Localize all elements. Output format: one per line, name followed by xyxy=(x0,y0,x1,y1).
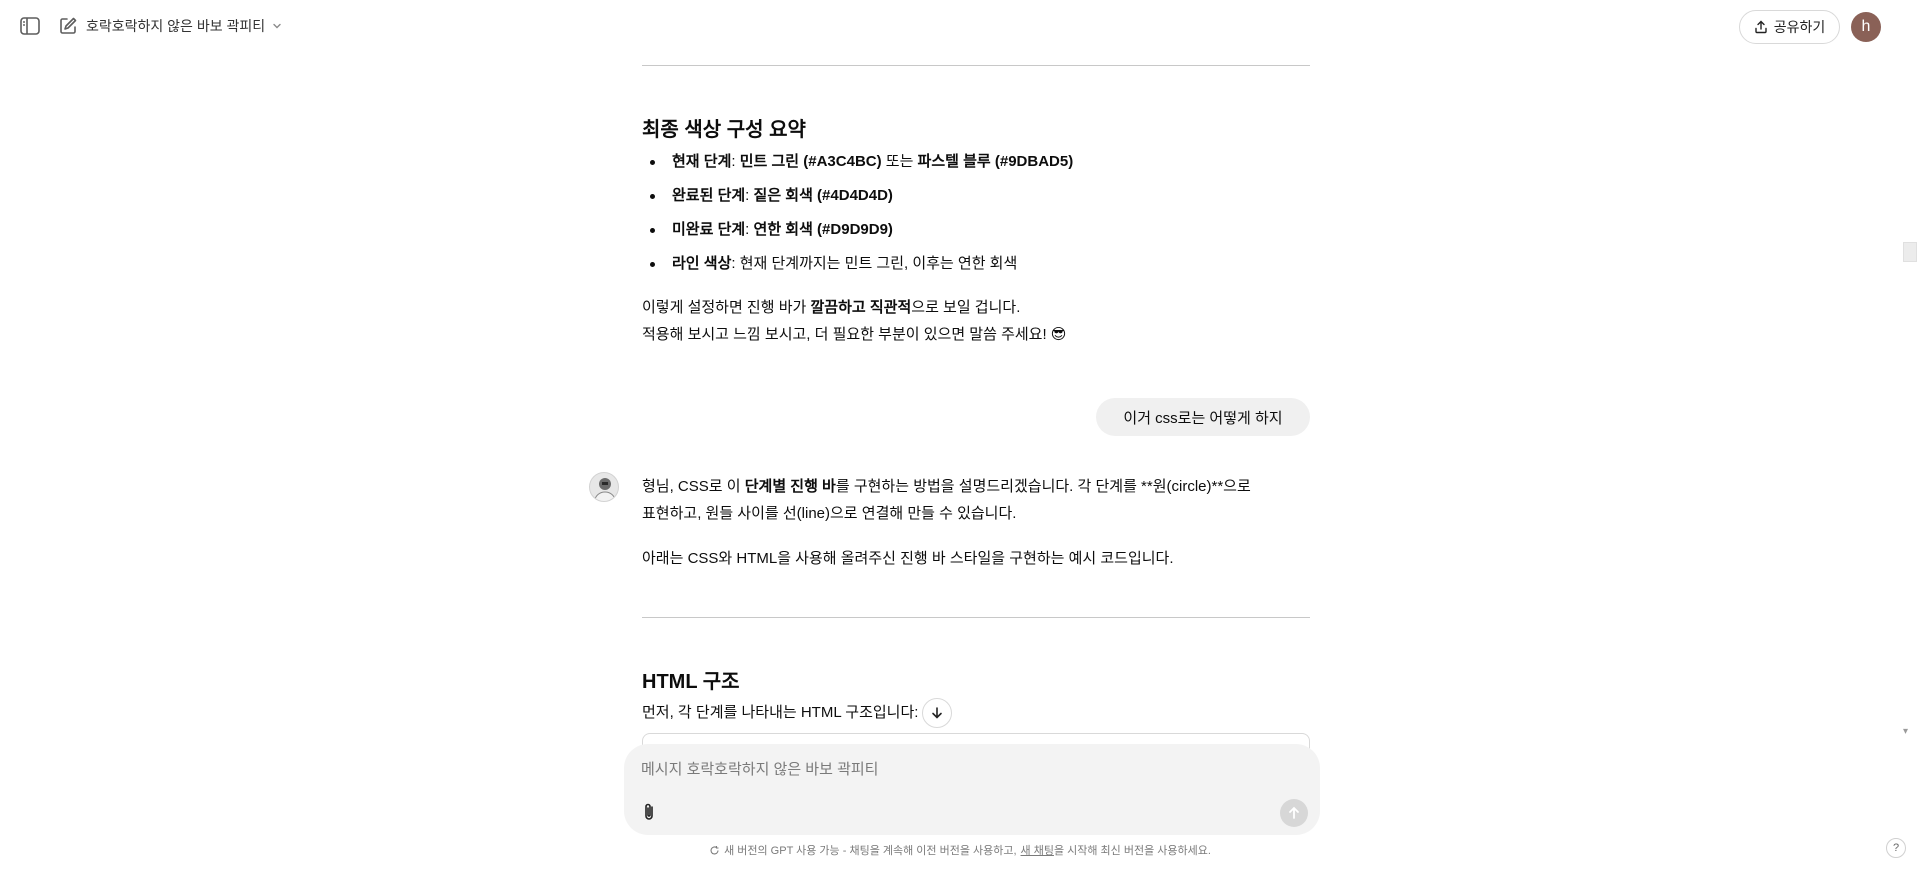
message-input[interactable]: 메시지 호락호락하지 않은 바보 곽피티 xyxy=(641,758,878,779)
scrollbar-thumb[interactable] xyxy=(1903,242,1917,262)
html-intro-text: 먼저, 각 단계를 나타내는 HTML 구조입니다: xyxy=(642,703,919,721)
p1-text-end: 를 구현하는 방법을 설명드리겠습니다. 각 단계를 **원(circle)**… xyxy=(835,478,1251,495)
bullet-value: 연한 회색 (#D9D9D9) xyxy=(753,221,893,238)
assistant-paragraph-2: 아래는 CSS와 HTML을 사용해 올려주신 진행 바 스타일을 구현하는 예… xyxy=(642,550,1174,567)
message-composer[interactable]: 메시지 호락호락하지 않은 바보 곽피티 xyxy=(624,744,1320,835)
footer-text: 새 버전의 GPT 사용 가능 - 채팅을 계속해 이전 버전을 사용하고, xyxy=(724,845,1017,857)
scroll-down-icon[interactable] xyxy=(922,698,953,728)
closing-text: 이렇게 설정하면 진행 바가 xyxy=(642,299,811,316)
upload-icon xyxy=(1754,20,1768,34)
new-chat-icon[interactable] xyxy=(55,13,81,39)
sidebar-toggle-icon[interactable] xyxy=(16,13,44,39)
user-message: 이거 css로는 어떻게 하지 xyxy=(1096,398,1310,436)
summary-heading: 최종 색상 구성 요약 xyxy=(642,119,806,141)
divider xyxy=(642,617,1310,618)
share-button[interactable]: 공유하기 xyxy=(1739,10,1840,44)
gpt-selector[interactable]: 호락호락하지 않은 바보 곽피티 xyxy=(86,14,283,38)
closing-line-2: 적용해 보시고 느낌 보시고, 더 필요한 부분이 있으면 말씀 주세요! 😎 xyxy=(642,326,1067,343)
bullet-sep: : xyxy=(745,187,754,204)
bullet-sep: : xyxy=(745,221,754,238)
list-item: 현재 단계: 민트 그린 (#A3C4BC) 또는 파스텔 블루 (#9DBAD… xyxy=(642,150,1310,184)
share-label: 공유하기 xyxy=(1773,19,1826,35)
bullet-text: : 현재 단계까지는 민트 그린, 이후는 연한 회색 xyxy=(731,255,1018,272)
user-avatar[interactable]: h xyxy=(1851,12,1881,42)
html-heading: HTML 구조 xyxy=(642,671,740,693)
paperclip-icon[interactable] xyxy=(637,800,661,824)
bullet-label: 완료된 단계 xyxy=(672,187,746,204)
bullet-label: 미완료 단계 xyxy=(672,221,746,238)
closing-emphasis: 깔끔하고 직관적 xyxy=(810,299,912,316)
html-intro: 먼저, 각 단계를 나타내는 HTML 구조입니다: xyxy=(642,698,1310,728)
refresh-icon xyxy=(709,845,720,856)
p1-emphasis: 단계별 진행 바 xyxy=(744,478,836,495)
footer-text-end: 을 시작해 최신 버전을 사용하세요. xyxy=(1053,845,1211,857)
color-summary-list: 현재 단계: 민트 그린 (#A3C4BC) 또는 파스텔 블루 (#9DBAD… xyxy=(642,150,1310,286)
bullet-sep: : xyxy=(731,153,740,170)
bullet-value-alt: 파스텔 블루 (#9DBAD5) xyxy=(917,153,1074,170)
top-bar: 호락호락하지 않은 바보 곽피티 공유하기 h xyxy=(0,0,1920,52)
list-item: 미완료 단계: 연한 회색 (#D9D9D9) xyxy=(642,218,1310,252)
list-item: 완료된 단계: 짙은 회색 (#4D4D4D) xyxy=(642,184,1310,218)
bullet-label: 현재 단계 xyxy=(672,153,732,170)
divider xyxy=(642,65,1310,66)
bullet-value: 짙은 회색 (#4D4D4D) xyxy=(753,187,893,204)
list-item: 라인 색상: 현재 단계까지는 민트 그린, 이후는 연한 회색 xyxy=(642,252,1310,286)
bullet-value: 민트 그린 (#A3C4BC) xyxy=(739,153,882,170)
help-button[interactable]: ? xyxy=(1886,838,1906,858)
assistant-paragraph-1: 형님, CSS로 이 단계별 진행 바를 구현하는 방법을 설명드리겠습니다. … xyxy=(642,473,1310,527)
chevron-down-icon xyxy=(271,20,283,32)
bullet-text: 또는 xyxy=(881,153,918,170)
send-button[interactable] xyxy=(1280,799,1308,827)
footer-note: 새 버전의 GPT 사용 가능 - 채팅을 계속해 이전 버전을 사용하고, 새… xyxy=(0,842,1920,858)
new-chat-link[interactable]: 새 채팅 xyxy=(1021,845,1054,857)
scrollbar-down-arrow[interactable]: ▾ xyxy=(1903,726,1908,737)
bullet-label: 라인 색상 xyxy=(672,255,732,272)
closing-text-end: 으로 보일 겁니다. xyxy=(911,299,1021,316)
p1-line-2: 표현하고, 원들 사이를 선(line)으로 연결해 만들 수 있습니다. xyxy=(642,505,1017,522)
assistant-avatar xyxy=(589,472,619,502)
p1-text: 형님, CSS로 이 xyxy=(642,478,745,495)
gpt-name: 호락호락하지 않은 바보 곽피티 xyxy=(86,18,266,34)
summary-closing: 이렇게 설정하면 진행 바가 깔끔하고 직관적으로 보일 겁니다. 적용해 보시… xyxy=(642,294,1310,348)
